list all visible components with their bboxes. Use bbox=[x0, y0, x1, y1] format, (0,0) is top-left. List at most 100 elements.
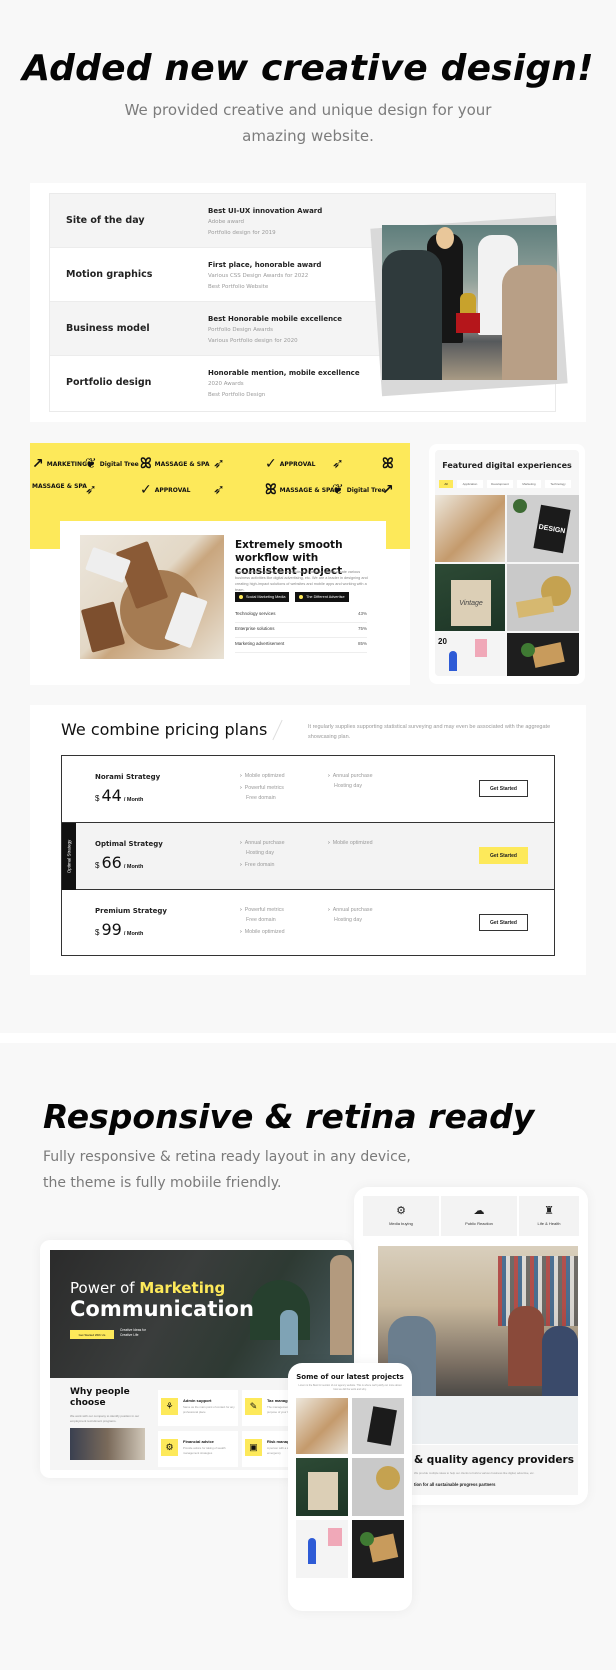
section-subtitle-line1: We provided creative and unique design f… bbox=[124, 101, 492, 119]
award-category: Business model bbox=[66, 323, 150, 334]
logo-rocket: ➶ bbox=[332, 457, 344, 471]
project-tile-cork-card[interactable] bbox=[352, 1520, 404, 1578]
filter-tab-marketing[interactable]: Marketing bbox=[517, 480, 541, 488]
laptop-work-photo bbox=[70, 1428, 145, 1460]
project-tile-business-cards[interactable] bbox=[296, 1398, 348, 1454]
rocket-logo-icon: ➶ bbox=[213, 456, 225, 472]
logo-marketing: ↗ MARKETING bbox=[32, 457, 87, 471]
award-detail: Best Portfolio Design bbox=[208, 392, 266, 398]
plan-highlight-label: Optimal Strategy bbox=[66, 839, 72, 874]
print-graphic bbox=[328, 1528, 342, 1546]
rocket-logo-icon: ➶ bbox=[85, 482, 97, 498]
chevron-right-icon: › bbox=[240, 785, 242, 791]
plan-features-col2: › Mobile optimized bbox=[328, 838, 373, 848]
filter-tab-technology[interactable]: Technology bbox=[545, 480, 571, 488]
project-tile-portfolio-print[interactable] bbox=[296, 1520, 348, 1578]
award-detail: Adobe award bbox=[208, 219, 245, 225]
price-currency: $ bbox=[95, 794, 100, 803]
design-book-cover: DESIGN bbox=[533, 504, 571, 554]
logo-massage-spa: ꕤ MASSAGE & SPA bbox=[140, 457, 210, 471]
seated-person bbox=[280, 1310, 298, 1355]
logo-text: MASSAGE & SPA bbox=[279, 486, 335, 494]
award-detail: Portfolio design for 2019 bbox=[208, 230, 276, 236]
tree-logo-icon: ❦ bbox=[85, 456, 97, 472]
portfolio-tile-gold-tape[interactable] bbox=[507, 564, 579, 631]
service-card-admin: ⚘ Admin support Same as the main point of … bbox=[158, 1390, 238, 1426]
plan-row-optimal: Optimal Strategy Optimal Strategy $66/ M… bbox=[62, 823, 554, 890]
feature-item: › Annual purchase bbox=[328, 905, 373, 915]
award-category: Site of the day bbox=[66, 215, 145, 226]
get-started-button[interactable]: Get Started bbox=[479, 780, 528, 797]
tag-different-advertise[interactable]: The Different Advertise bbox=[295, 592, 349, 602]
hero-get-started-button[interactable]: Get Started With Us bbox=[70, 1330, 114, 1339]
feature-item: › Annual purchase bbox=[240, 838, 285, 848]
service-public-reaction[interactable]: ☁ Public Reaction bbox=[441, 1196, 517, 1236]
stat-row: Marketing advertisement 85% bbox=[235, 641, 367, 653]
portfolio-tile-cork-card[interactable] bbox=[507, 633, 579, 676]
feature-label: Mobile optimized bbox=[244, 773, 285, 779]
project-tile-gold-tape[interactable] bbox=[352, 1458, 404, 1516]
chevron-right-icon: › bbox=[240, 907, 242, 913]
feature-item: › Mobile optimized bbox=[240, 771, 285, 781]
marketing-hero-banner: Power of Marketing Communication Get Sta… bbox=[50, 1250, 354, 1378]
filter-tab-all[interactable]: All bbox=[439, 480, 453, 488]
filter-tab-development[interactable]: Development bbox=[487, 480, 513, 488]
chevron-right-icon: › bbox=[240, 929, 242, 935]
award-title: Honorable mention, mobile excellence bbox=[208, 369, 360, 377]
portfolio-tile-vintage-bag[interactable]: Vintage bbox=[435, 564, 505, 631]
feature-item: Free domain bbox=[246, 917, 276, 923]
get-started-button[interactable]: Get Started bbox=[479, 914, 528, 931]
get-started-button[interactable]: Get Started bbox=[479, 847, 528, 864]
price-amount: 66 bbox=[101, 853, 122, 872]
latest-projects-title: Some of our latest projects bbox=[296, 1373, 404, 1381]
logo-text: APPROVAL bbox=[154, 486, 191, 494]
media-buying-icon: ⚙ bbox=[396, 1205, 406, 1217]
stat-row: Enterprise solutions 75% bbox=[235, 626, 367, 638]
service-life-health[interactable]: ♜ Life & Health bbox=[519, 1196, 579, 1236]
logo-massage-spa: ꕤ MASSAGE & SPA bbox=[265, 483, 335, 497]
stat-label: Technology services bbox=[235, 611, 276, 616]
agency-subtext: tion for all sustainable progress partne… bbox=[414, 1482, 496, 1487]
logo-digital-tree: ❦ Digital Tree bbox=[85, 457, 139, 471]
agency-description: We provide multiple ideas to help our cl… bbox=[414, 1471, 535, 1475]
dot-icon bbox=[239, 595, 243, 599]
hero-heading-line1: Power of Marketing bbox=[70, 1279, 225, 1297]
section2-subtitle-line2: the theme is fully mobiile friendly. bbox=[43, 1175, 282, 1191]
logo-digital-tree: ❦ Digital Tree bbox=[332, 483, 386, 497]
design-book-cover bbox=[367, 1406, 397, 1446]
tote-bag: Vintage bbox=[451, 580, 491, 626]
portfolio-tile-design-book[interactable]: DESIGN bbox=[507, 495, 579, 562]
award-category: Portfolio design bbox=[66, 377, 152, 388]
plan-name: Premium Strategy bbox=[95, 907, 167, 915]
price-period: / Month bbox=[123, 797, 144, 803]
photo-figure bbox=[436, 227, 454, 249]
portfolio-tile-business-cards[interactable] bbox=[435, 495, 505, 562]
logo-rocket: ➶ bbox=[213, 483, 225, 497]
project-tile-vintage-bag[interactable] bbox=[296, 1458, 348, 1516]
tag-social-marketing[interactable]: Social Marketing Media bbox=[235, 592, 290, 602]
portfolio-tile-portfolio-print[interactable]: 20 bbox=[435, 633, 505, 676]
award-title: Best UI-UX innovation Award bbox=[208, 207, 323, 215]
public-reaction-icon: ☁ bbox=[473, 1205, 485, 1217]
tag-label: The Different Advertise bbox=[306, 595, 345, 599]
award-title: First place, honorable award bbox=[208, 261, 322, 269]
business-cards-photo bbox=[80, 535, 224, 659]
price-currency: $ bbox=[95, 861, 100, 870]
stat-label: Enterprise solutions bbox=[235, 626, 275, 631]
stat-value: 43% bbox=[357, 611, 367, 616]
logo-approval: ✓ APPROVAL bbox=[140, 483, 190, 497]
service-media-buying[interactable]: ⚙ Media buying bbox=[363, 1196, 439, 1236]
chevron-right-icon: › bbox=[328, 773, 330, 779]
service-card-desc: Same as the main point of contact for an… bbox=[183, 1405, 235, 1414]
rocket-logo-icon: ➶ bbox=[213, 482, 225, 498]
hero-heading-line2: Communication bbox=[70, 1297, 254, 1321]
plan-features-col1: › Powerful metrics Free domain › Mobile op… bbox=[240, 905, 285, 937]
filter-tab-application[interactable]: Application bbox=[457, 480, 483, 488]
feature-label: Free domain bbox=[244, 862, 275, 868]
feature-item: Hosting day bbox=[334, 783, 362, 789]
phone-mockup: Some of our latest projects Lorem is the… bbox=[288, 1363, 412, 1611]
why-description: We work with our company to identify pos… bbox=[70, 1414, 140, 1423]
section-title-creative-design: Added new creative design! bbox=[22, 48, 594, 89]
photo-ribbon bbox=[456, 313, 480, 333]
project-tile-design-book[interactable] bbox=[352, 1398, 404, 1454]
